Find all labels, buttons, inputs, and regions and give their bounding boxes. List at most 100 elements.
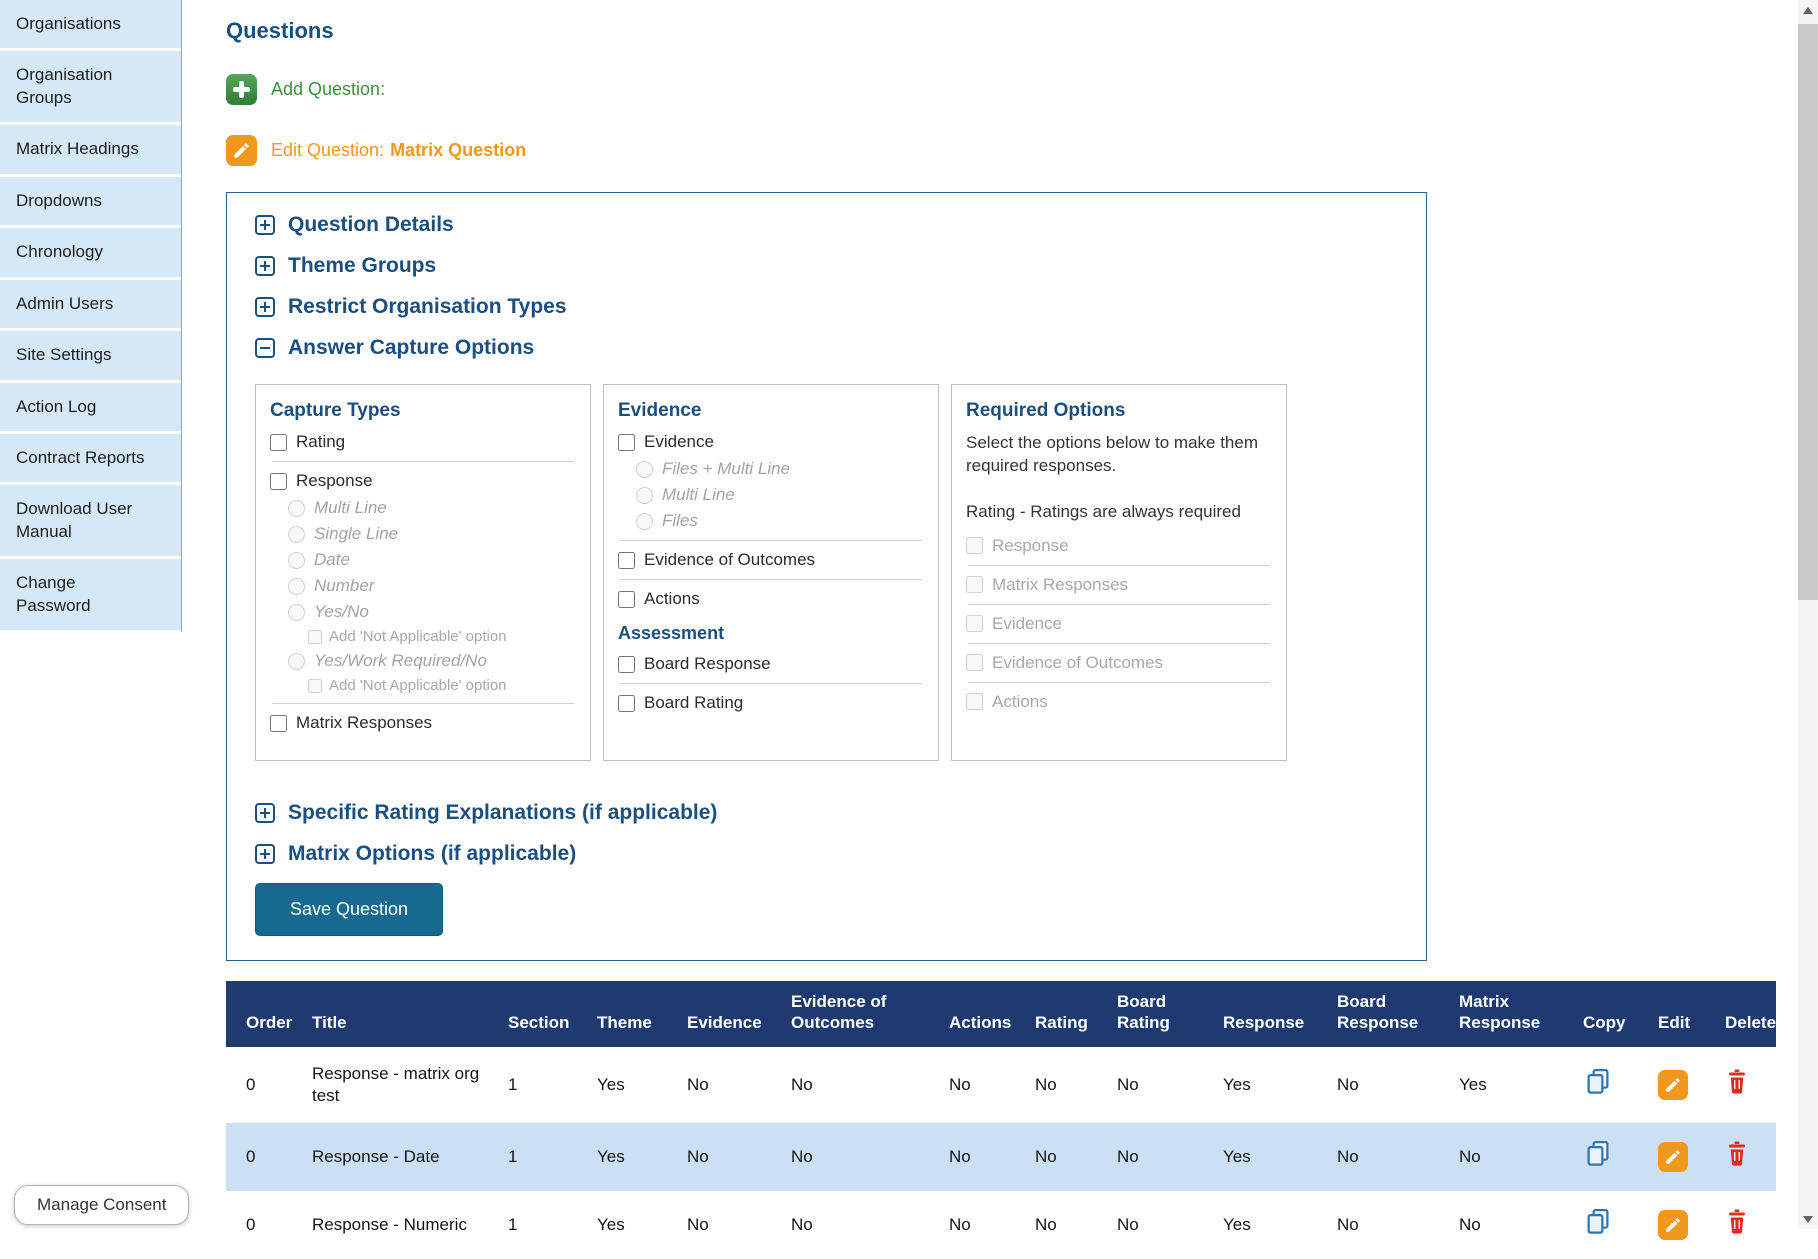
sidebar-item-chronology[interactable]: Chronology (0, 228, 181, 277)
scrollbar-up-button[interactable] (1798, 0, 1818, 20)
edit-question-link[interactable]: Edit Question: Matrix Question (226, 135, 526, 166)
evidence-checkbox[interactable] (618, 433, 635, 451)
manage-consent-button[interactable]: Manage Consent (14, 1185, 190, 1225)
sidebar-item-matrix-headings[interactable]: Matrix Headings (0, 125, 181, 174)
cell-rating: No (1035, 1074, 1057, 1094)
required-response-checkbox-row: Response (966, 536, 1272, 556)
column-header-theme: Theme (589, 981, 679, 1047)
actions-checkbox[interactable] (618, 590, 635, 608)
answer-capture-options-boxes: Capture Types Rating Response Multi Line (255, 384, 1398, 761)
matrix-responses-label: Matrix Responses (296, 713, 433, 732)
matrix-responses-checkbox[interactable] (270, 714, 287, 732)
sidebar-item-contract-reports[interactable]: Contract Reports (0, 433, 181, 483)
response-type-single-line-radio (288, 525, 305, 543)
assessment-title: Assessment (618, 623, 725, 643)
board-rating-checkbox[interactable] (618, 694, 635, 712)
evidence-checkbox-row[interactable]: Evidence (618, 432, 924, 452)
main-content: Questions Add Question: Edit Question: Ma… (226, 0, 1791, 1259)
sidebar-item-download-user-manual[interactable]: Download User Manual (0, 485, 181, 557)
edit-pencil-icon (1666, 1149, 1680, 1164)
section-toggle-answer-capture-options[interactable]: Answer Capture Options (255, 336, 534, 360)
table-header-row: Order Title Section Theme Evidence Evide… (226, 981, 1776, 1047)
scrollbar-thumb[interactable] (1798, 24, 1818, 600)
board-response-checkbox-row[interactable]: Board Response (618, 654, 924, 674)
board-rating-checkbox-row[interactable]: Board Rating (618, 693, 924, 713)
trash-icon (1729, 1209, 1745, 1234)
edit-button[interactable] (1658, 1069, 1688, 1100)
expand-icon (255, 844, 275, 864)
actions-checkbox-row[interactable]: Actions (618, 589, 924, 609)
cell-matrix-response: No (1459, 1146, 1481, 1166)
cell-evidence: No (687, 1214, 709, 1234)
section-label-question-details: Question Details (288, 213, 454, 236)
sidebar-item-admin-users[interactable]: Admin Users (0, 279, 181, 329)
response-type-yes-no-radio-row: Yes/No (288, 602, 576, 622)
response-type-yes-no-label: Yes/No (314, 602, 369, 621)
divider (968, 681, 1270, 683)
response-checkbox[interactable] (270, 472, 287, 490)
trash-icon (1729, 1069, 1745, 1094)
required-matrix-responses-checkbox-row: Matrix Responses (966, 575, 1272, 595)
matrix-responses-checkbox-row[interactable]: Matrix Responses (270, 713, 576, 733)
evidence-type-files-multi-line-radio (636, 460, 653, 478)
evidence-box: Evidence Evidence Files + Multi Line Mul… (603, 384, 939, 761)
copy-icon (1587, 1140, 1609, 1166)
evidence-type-multi-line-radio (636, 486, 653, 504)
response-checkbox-row[interactable]: Response (270, 471, 576, 491)
copy-button[interactable] (1583, 1139, 1613, 1169)
cell-actions: No (949, 1214, 971, 1234)
edit-button[interactable] (1658, 1141, 1688, 1172)
rating-checkbox[interactable] (270, 433, 287, 451)
evidence-type-multi-line-label: Multi Line (662, 485, 735, 504)
capture-types-box: Capture Types Rating Response Multi Line (255, 384, 591, 761)
evidence-of-outcomes-checkbox[interactable] (618, 551, 635, 569)
up-arrow-icon (1803, 6, 1813, 14)
response-type-number-label: Number (314, 576, 375, 595)
board-response-checkbox[interactable] (618, 655, 635, 673)
evidence-type-files-radio-row: Files (636, 511, 924, 531)
response-type-number-radio (288, 577, 305, 595)
response-type-yes-work-required-no-radio-row: Yes/Work Required/No (288, 651, 576, 671)
cell-rating: No (1035, 1214, 1057, 1234)
section-toggle-theme-groups[interactable]: Theme Groups (255, 254, 436, 278)
cell-board-rating: No (1117, 1074, 1139, 1094)
add-question-link[interactable]: Add Question: (226, 74, 385, 105)
evidence-of-outcomes-checkbox-row[interactable]: Evidence of Outcomes (618, 550, 924, 570)
cell-theme: Yes (597, 1214, 625, 1234)
delete-button[interactable] (1725, 1208, 1749, 1236)
evidence-type-multi-line-radio-row: Multi Line (636, 485, 924, 505)
sidebar-item-organisation-groups[interactable]: Organisation Groups (0, 51, 181, 123)
cell-theme: Yes (597, 1074, 625, 1094)
cell-section: 1 (508, 1214, 518, 1234)
column-header-title: Title (304, 981, 500, 1047)
delete-button[interactable] (1725, 1140, 1749, 1168)
actions-label: Actions (644, 589, 700, 608)
copy-icon (1587, 1208, 1609, 1234)
divider (620, 540, 922, 541)
required-response-checkbox (966, 537, 983, 555)
sidebar-item-organisations[interactable]: Organisations (0, 0, 181, 49)
response-type-date-radio-row: Date (288, 550, 576, 570)
delete-button[interactable] (1725, 1068, 1749, 1096)
sidebar-item-site-settings[interactable]: Site Settings (0, 331, 181, 380)
required-options-instructions: Select the options below to make them re… (966, 433, 1258, 475)
copy-button[interactable] (1583, 1067, 1613, 1097)
sidebar-item-dropdowns[interactable]: Dropdowns (0, 176, 181, 226)
save-question-button[interactable]: Save Question (255, 883, 444, 936)
section-toggle-question-details[interactable]: Question Details (255, 213, 454, 237)
cell-board-response: No (1337, 1146, 1359, 1166)
sidebar-item-change-password[interactable]: Change Password (0, 559, 181, 631)
response-type-single-line-label: Single Line (314, 524, 399, 543)
scrollbar-down-button[interactable] (1798, 1209, 1818, 1229)
section-toggle-specific-rating-explanations[interactable]: Specific Rating Explanations (if applica… (255, 801, 717, 825)
response-type-multi-line-radio-row: Multi Line (288, 498, 576, 518)
edit-button[interactable] (1658, 1209, 1688, 1240)
rating-checkbox-row[interactable]: Rating (270, 432, 576, 452)
cell-actions: No (949, 1074, 971, 1094)
section-label-matrix-options: Matrix Options (if applicable) (288, 842, 577, 865)
section-toggle-restrict-organisation-types[interactable]: Restrict Organisation Types (255, 295, 567, 319)
sidebar-item-action-log[interactable]: Action Log (0, 382, 181, 431)
copy-button[interactable] (1583, 1207, 1613, 1237)
rating-label: Rating (296, 432, 346, 451)
section-toggle-matrix-options[interactable]: Matrix Options (if applicable) (255, 842, 576, 866)
